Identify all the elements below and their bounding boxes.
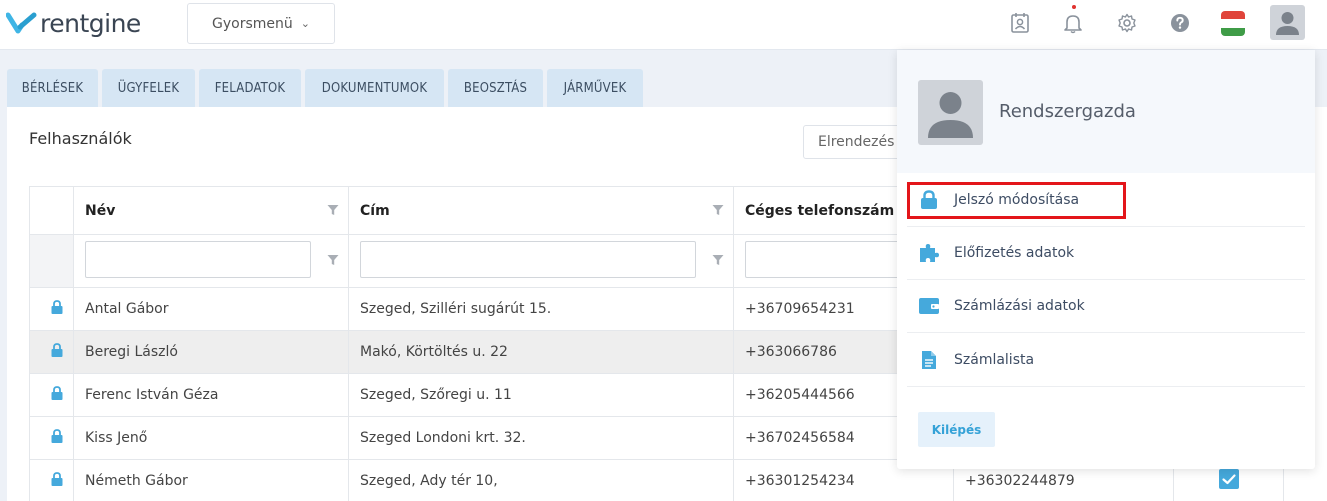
tab-dokumentumok[interactable]: DOKUMENTUMOK xyxy=(305,69,444,107)
cell-address: Szeged, Ady tér 10, xyxy=(348,459,734,501)
row-lock-cell xyxy=(29,373,74,417)
flag-hu-icon[interactable] xyxy=(1221,11,1245,36)
menu-item-subscription[interactable]: Előfizetés adatok xyxy=(907,227,1305,280)
avatar xyxy=(918,80,983,145)
row-lock-cell xyxy=(29,416,74,460)
tab-jarmuvek[interactable]: JÁRMŰVEK xyxy=(547,69,643,107)
rentgine-logo-icon xyxy=(6,12,37,34)
highlight-box xyxy=(907,182,1126,219)
cell-address: Szeged, Szőregi u. 11 xyxy=(348,373,734,417)
lock-icon xyxy=(51,429,63,443)
bell-icon[interactable] xyxy=(1062,10,1084,36)
column-header-address-label: Cím xyxy=(360,202,390,219)
menu-item-label: Számlázási adatok xyxy=(954,298,1085,314)
top-bar: rentgine Gyorsmenü ⌄ xyxy=(0,0,1327,50)
row-lock-cell xyxy=(29,459,74,501)
cell-name: Németh Gábor xyxy=(73,459,349,501)
row-lock-cell xyxy=(29,287,74,331)
lock-icon xyxy=(51,300,63,314)
main-tabs: BÉRLÉSEK ÜGYFELEK FELADATOK DOKUMENTUMOK… xyxy=(7,69,647,107)
address-filter-input[interactable] xyxy=(360,241,696,278)
avatar-icon[interactable] xyxy=(1270,5,1305,40)
column-header-company-phone-label: Céges telefonszám xyxy=(745,202,895,219)
tab-beosztas[interactable]: BEOSZTÁS xyxy=(448,69,543,107)
user-menu-dropdown: Rendszergazda Jelszó módosítása Előfizet… xyxy=(897,50,1315,469)
filter-icon[interactable] xyxy=(327,254,339,270)
filter-icon[interactable] xyxy=(712,254,724,270)
quickmenu-label: Gyorsmenü xyxy=(212,15,293,32)
notification-dot xyxy=(1072,5,1076,9)
cell-name: Beregi László xyxy=(73,330,349,374)
cell-address: Makó, Körtöltés u. 22 xyxy=(348,330,734,374)
gear-icon[interactable] xyxy=(1116,10,1138,36)
page-title: Felhasználók xyxy=(29,129,132,148)
lock-icon xyxy=(51,472,63,486)
help-icon[interactable] xyxy=(1169,10,1191,36)
filter-icon[interactable] xyxy=(327,204,339,220)
user-name: Rendszergazda xyxy=(999,101,1136,122)
checkbox-checked-icon[interactable] xyxy=(1218,469,1239,489)
logo[interactable]: rentgine xyxy=(6,6,141,40)
tab-ugyfelek[interactable]: ÜGYFELEK xyxy=(102,69,195,107)
cell-name: Ferenc István Géza xyxy=(73,373,349,417)
tab-feladatok[interactable]: FELADATOK xyxy=(199,69,301,107)
filter-icon[interactable] xyxy=(712,204,724,220)
name-filter-input[interactable] xyxy=(85,241,311,278)
logo-text: rentgine xyxy=(40,8,141,38)
quickmenu-dropdown[interactable]: Gyorsmenü ⌄ xyxy=(187,3,335,44)
header-lock-column xyxy=(29,186,74,235)
chevron-down-icon: ⌄ xyxy=(300,17,310,30)
document-icon xyxy=(918,349,940,371)
wallet-icon xyxy=(918,295,940,317)
menu-item-label: Számlalista xyxy=(954,352,1035,368)
contact-card-icon[interactable] xyxy=(1009,10,1031,36)
menu-item-invoices[interactable]: Számlalista xyxy=(907,334,1305,387)
tab-berlesek[interactable]: BÉRLÉSEK xyxy=(7,69,98,107)
puzzle-icon xyxy=(918,242,940,264)
menu-item-billing[interactable]: Számlázási adatok xyxy=(907,280,1305,333)
column-header-name-label: Név xyxy=(85,202,116,219)
menu-item-label: Előfizetés adatok xyxy=(954,245,1075,261)
filter-cell-name xyxy=(73,234,349,288)
cell-name: Kiss Jenő xyxy=(73,416,349,460)
column-header-name[interactable]: Név xyxy=(73,186,349,235)
column-header-address[interactable]: Cím xyxy=(348,186,734,235)
filter-lock-cell xyxy=(29,234,74,288)
cell-name: Antal Gábor xyxy=(73,287,349,331)
cell-address: Szeged, Szilléri sugárút 15. xyxy=(348,287,734,331)
row-lock-cell xyxy=(29,330,74,374)
cell-address: Szeged Londoni krt. 32. xyxy=(348,416,734,460)
logout-button[interactable]: Kilépés xyxy=(918,412,995,447)
filter-cell-address xyxy=(348,234,734,288)
user-menu-header: Rendszergazda xyxy=(897,50,1315,173)
lock-icon xyxy=(51,343,63,357)
lock-icon xyxy=(51,386,63,400)
